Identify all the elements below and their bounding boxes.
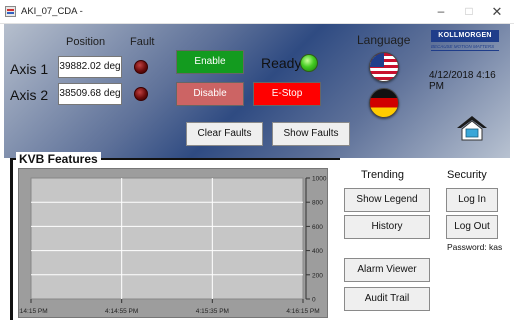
logo-divider: [431, 50, 499, 51]
close-button[interactable]: ✕: [486, 3, 508, 20]
plot-area: [30, 177, 304, 300]
y-tick-label: 1000: [312, 176, 327, 183]
kollmorgen-logo: KOLLMORGEN: [431, 30, 499, 42]
axis-2-position-field: 38509.68 deg: [58, 83, 122, 105]
show-faults-button[interactable]: Show Faults: [272, 122, 350, 146]
us-flag-icon[interactable]: [369, 52, 399, 82]
axis-2-label: Axis 2: [10, 87, 49, 103]
kvb-features-title: KVB Features: [16, 152, 101, 166]
title-bar: AKI_07_CDA - – □ ✕: [0, 0, 514, 24]
y-tick-label: 200: [312, 272, 323, 279]
logo-tagline: BECAUSE MOTION MATTERS: [431, 44, 495, 49]
language-label: Language: [357, 33, 411, 47]
log-in-button[interactable]: Log In: [446, 188, 498, 212]
app-icon: [5, 6, 16, 17]
ready-led-icon: [300, 54, 318, 72]
axis-1-position-field: 39882.02 deg: [58, 56, 122, 78]
datetime-display: 4/12/2018 4:16 PM: [429, 70, 496, 92]
minimize-button[interactable]: –: [430, 3, 452, 20]
trending-heading: Trending: [361, 169, 405, 181]
trend-chart[interactable]: 4:14:15 PM 4:14:55 PM 4:15:35 PM 4:16:15 PM…: [18, 168, 328, 318]
y-tick-label: 800: [312, 200, 323, 207]
window-title: AKI_07_CDA -: [21, 6, 83, 17]
password-hint: Password: kas: [447, 242, 503, 252]
security-heading: Security: [447, 169, 487, 181]
position-header: Position: [66, 36, 106, 48]
estop-button[interactable]: E-Stop: [253, 82, 321, 106]
y-tick-label: 0: [312, 297, 316, 304]
y-tick-label: 600: [312, 224, 323, 231]
history-button[interactable]: History: [344, 215, 430, 239]
trend-chart-svg: 4:14:15 PM 4:14:55 PM 4:15:35 PM 4:16:15 PM…: [19, 176, 327, 316]
x-tick-label: 4:14:15 PM: [19, 308, 48, 315]
enable-button[interactable]: Enable: [176, 50, 244, 74]
axis-1-label: Axis 1: [10, 61, 49, 77]
y-tick-label: 400: [312, 248, 323, 255]
x-tick-label: 4:16:15 PM: [286, 308, 319, 315]
clear-faults-button[interactable]: Clear Faults: [186, 122, 263, 146]
axis-1-fault-led-icon: [134, 60, 148, 74]
show-legend-button[interactable]: Show Legend: [344, 188, 430, 212]
x-tick-label: 4:14:55 PM: [105, 308, 138, 315]
alarm-viewer-button[interactable]: Alarm Viewer: [344, 258, 430, 282]
disable-button[interactable]: Disable: [176, 82, 244, 106]
x-tick-label: 4:15:35 PM: [196, 308, 229, 315]
control-panel: Position Fault Axis 1 39882.02 deg Axis …: [4, 24, 510, 158]
maximize-button[interactable]: □: [458, 3, 480, 20]
audit-trail-button[interactable]: Audit Trail: [344, 287, 430, 311]
log-out-button[interactable]: Log Out: [446, 215, 498, 239]
axis-2-fault-led-icon: [134, 87, 148, 101]
fault-header: Fault: [130, 36, 155, 48]
home-icon[interactable]: [455, 114, 489, 142]
germany-flag-icon[interactable]: [369, 88, 399, 118]
ready-label: Ready: [261, 55, 302, 71]
